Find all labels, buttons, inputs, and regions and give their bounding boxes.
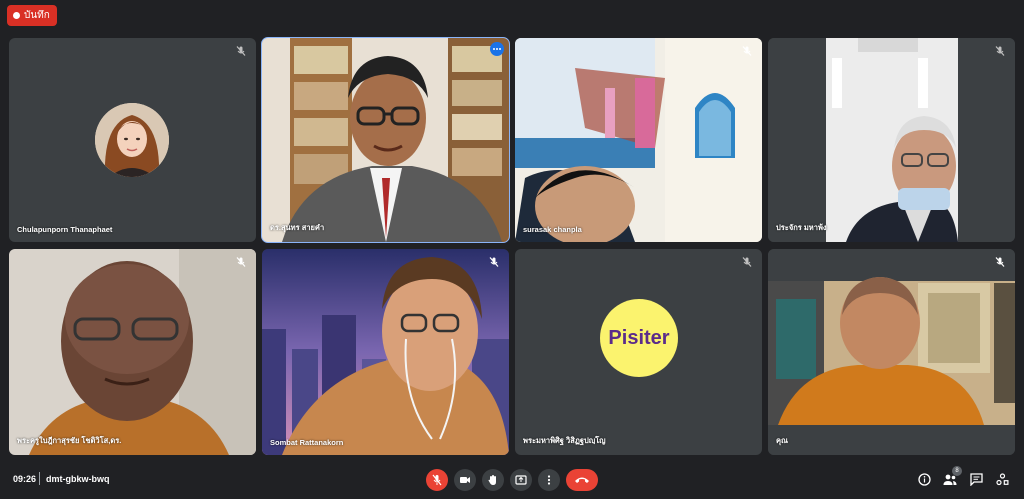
- mic-off-icon: [995, 257, 1005, 267]
- people-button[interactable]: 8: [942, 466, 962, 487]
- record-dot-icon: [13, 12, 20, 19]
- participant-tile-3[interactable]: surasak chanpla: [515, 38, 762, 242]
- more-options-button[interactable]: [538, 469, 560, 491]
- participant-video: [768, 38, 1015, 242]
- present-screen-button[interactable]: [510, 469, 532, 491]
- participant-tile-2[interactable]: ดร.สุนทร สายคำ: [261, 37, 510, 243]
- participant-tile-1[interactable]: Chulapunporn Thanaphaet: [9, 38, 256, 242]
- participant-video: [262, 38, 509, 242]
- recording-badge[interactable]: บันทึก: [7, 5, 57, 26]
- meeting-time: 09:26: [13, 474, 37, 484]
- participant-tile-7[interactable]: Pisiter พระมหาพิศิฐ วิสิฏฐปญฺโญ: [515, 249, 762, 455]
- participant-count-badge: 8: [952, 466, 962, 476]
- camera-toggle-button[interactable]: [454, 469, 476, 491]
- meeting-details-button[interactable]: [916, 471, 932, 487]
- meeting-code: dmt-gbkw-bwq: [46, 474, 110, 484]
- participant-name: ดร.สุนทร สายคำ: [270, 223, 325, 232]
- participant-name: surasak chanpla: [523, 225, 582, 234]
- present-icon: [515, 475, 527, 485]
- hand-icon: [488, 475, 496, 485]
- more-vert-icon: [547, 475, 551, 485]
- mic-off-icon: [995, 46, 1005, 56]
- participant-video: [515, 38, 762, 242]
- participant-tile-6[interactable]: Sombat Rattanakorn: [262, 249, 509, 455]
- activities-icon: [995, 472, 1009, 485]
- participant-tile-8[interactable]: คุณ: [768, 249, 1015, 455]
- mic-off-icon: [742, 257, 752, 267]
- chat-icon: [969, 472, 983, 486]
- participant-video: [262, 249, 509, 455]
- activities-button[interactable]: [994, 471, 1010, 487]
- participant-tile-5[interactable]: พระครูใบฎีกาสุรชัย โชติวิโส,ดร.: [9, 249, 256, 455]
- mic-off-icon: [432, 474, 442, 486]
- chat-button[interactable]: [968, 471, 984, 487]
- participant-name: พระครูใบฎีกาสุรชัย โชติวิโส,ดร.: [17, 436, 122, 445]
- divider: [39, 472, 40, 485]
- avatar: [95, 103, 169, 177]
- participant-name: Sombat Rattanakorn: [270, 438, 344, 447]
- info-icon: [917, 472, 931, 486]
- avatar-initials: Pisiter: [600, 299, 678, 377]
- meeting-toolbar: 09:26 dmt-gbkw-bwq 8: [0, 463, 1024, 499]
- participant-name: Chulapunporn Thanaphaet: [17, 225, 113, 234]
- mic-off-icon: [236, 257, 246, 267]
- mic-toggle-button[interactable]: [426, 469, 448, 491]
- raise-hand-button[interactable]: [482, 469, 504, 491]
- participant-video: [9, 249, 256, 455]
- recording-label: บันทึก: [24, 10, 50, 21]
- participant-name: ประจักร มหาพ้ง: [776, 223, 827, 232]
- mic-off-icon: [489, 257, 499, 267]
- camera-icon: [460, 477, 470, 483]
- mic-off-icon: [742, 46, 752, 56]
- participant-tile-4[interactable]: ประจักร มหาพ้ง: [768, 38, 1015, 242]
- participant-name: พระมหาพิศิฐ วิสิฏฐปญฺโญ: [523, 436, 606, 445]
- participant-name: คุณ: [776, 436, 788, 445]
- more-options-button[interactable]: [490, 42, 504, 56]
- hang-up-icon: [575, 477, 589, 483]
- participant-video: [768, 249, 1015, 455]
- mic-off-icon: [236, 46, 246, 56]
- leave-call-button[interactable]: [566, 469, 598, 491]
